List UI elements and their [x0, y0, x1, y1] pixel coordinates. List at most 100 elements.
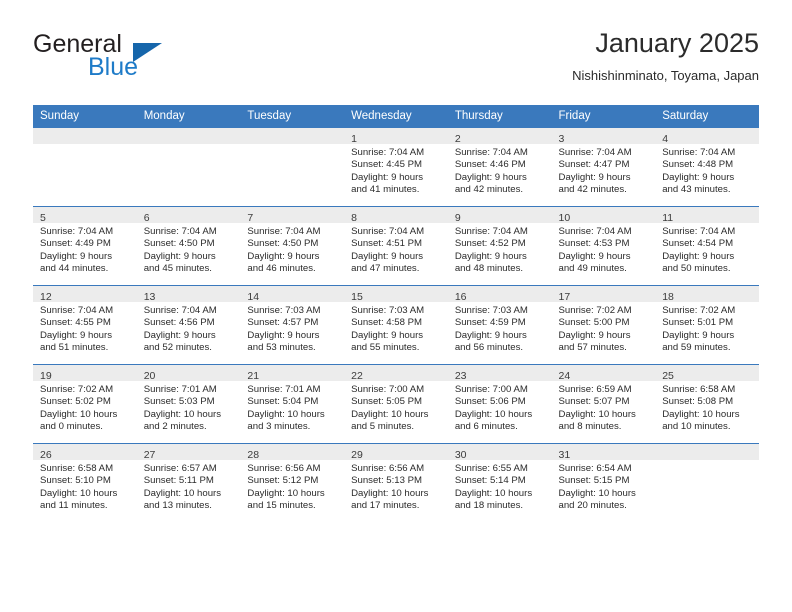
calendar-cell-day[interactable]: 1 Sunrise: 7:04 AM Sunset: 4:45 PM Daylight…: [344, 127, 448, 207]
day-number: 22: [351, 370, 363, 382]
day-cell: [655, 444, 759, 522]
daylight-text-line2: and 17 minutes.: [351, 500, 420, 512]
daylight-text-line1: Daylight: 9 hours: [558, 250, 631, 262]
daylight-text-line1: Daylight: 9 hours: [662, 171, 735, 183]
day-number: 24: [558, 370, 571, 382]
sunrise-text: Sunrise: 7:03 AM: [247, 305, 321, 316]
day-number: 28: [247, 449, 260, 461]
daylight-text-line2: and 53 minutes.: [247, 342, 316, 354]
calendar-cell-day[interactable]: 23 Sunrise: 7:00 AM Sunset: 5:06 PM Dayligh…: [447, 364, 552, 444]
calendar-cell-day[interactable]: 26 Sunrise: 6:58 AM Sunset: 5:10 PM Dayligh…: [33, 443, 137, 522]
calendar-cell-day[interactable]: 9 Sunrise: 7:04 AM Sunset: 4:52 PM Daylight…: [447, 206, 552, 286]
calendar-cell-day[interactable]: 13 Sunrise: 7:04 AM Sunset: 4:56 PM Dayligh…: [136, 285, 241, 365]
day-sun-info: Sunrise: 7:04 AM Sunset: 4:56 PM Daylight:…: [137, 302, 241, 355]
calendar-cell-day[interactable]: 20 Sunrise: 7:01 AM Sunset: 5:03 PM Dayligh…: [136, 364, 241, 444]
day-number-strip: 13: [136, 286, 241, 303]
day-number-strip: 23: [447, 365, 552, 382]
calendar-cell-day[interactable]: 19 Sunrise: 7:02 AM Sunset: 5:02 PM Dayligh…: [33, 364, 137, 444]
calendar-cell-day[interactable]: 6 Sunrise: 7:04 AM Sunset: 4:50 PM Daylight…: [136, 206, 241, 286]
calendar-cell-day[interactable]: 24 Sunrise: 6:59 AM Sunset: 5:07 PM Dayligh…: [551, 364, 656, 444]
day-number-strip: 7: [240, 207, 345, 224]
calendar-cell-day[interactable]: 28 Sunrise: 6:56 AM Sunset: 5:12 PM Dayligh…: [240, 443, 345, 522]
calendar-cell-day[interactable]: 12 Sunrise: 7:04 AM Sunset: 4:55 PM Dayligh…: [33, 285, 137, 365]
calendar-cell-day[interactable]: 31 Sunrise: 6:54 AM Sunset: 5:15 PM Dayligh…: [551, 443, 656, 522]
day-number-strip: 15: [344, 286, 448, 303]
calendar-cell-day[interactable]: 14 Sunrise: 7:03 AM Sunset: 4:57 PM Dayligh…: [240, 285, 345, 365]
calendar-cell-day[interactable]: 16 Sunrise: 7:03 AM Sunset: 4:59 PM Dayligh…: [447, 285, 552, 365]
day-number-strip: 25: [655, 365, 759, 382]
sunset-text: Sunset: 5:14 PM: [454, 475, 526, 487]
day-cell: 9 Sunrise: 7:04 AM Sunset: 4:52 PM Daylight…: [447, 207, 552, 285]
daylight-text-line1: Daylight: 9 hours: [662, 329, 735, 341]
daylight-text-line2: and 20 minutes.: [558, 500, 627, 512]
sunset-text: Sunset: 4:48 PM: [662, 159, 734, 171]
day-number-strip: 30: [447, 444, 552, 461]
calendar-cell-day[interactable]: 22 Sunrise: 7:00 AM Sunset: 5:05 PM Dayligh…: [344, 364, 448, 444]
day-sun-info: Sunrise: 7:04 AM Sunset: 4:45 PM Daylight:…: [344, 144, 448, 197]
sunset-text: Sunset: 5:13 PM: [351, 475, 423, 487]
day-sun-info: Sunrise: 7:01 AM Sunset: 5:04 PM Daylight:…: [240, 381, 344, 434]
daylight-text-line2: and 52 minutes.: [143, 342, 212, 354]
sunset-text: Sunset: 4:46 PM: [454, 159, 526, 171]
day-sun-info: Sunrise: 7:03 AM Sunset: 4:58 PM Daylight:…: [344, 302, 448, 355]
sunset-text: Sunset: 4:54 PM: [662, 238, 734, 250]
daylight-text-line1: Daylight: 9 hours: [454, 250, 527, 262]
day-number: 3: [558, 133, 565, 145]
brand-logo[interactable]: General Blue: [33, 30, 263, 86]
calendar-cell-day[interactable]: 8 Sunrise: 7:04 AM Sunset: 4:51 PM Daylight…: [344, 206, 448, 286]
day-cell: 24 Sunrise: 6:59 AM Sunset: 5:07 PM Dayligh…: [551, 365, 656, 443]
day-cell: 26 Sunrise: 6:58 AM Sunset: 5:10 PM Dayligh…: [33, 444, 137, 522]
daylight-text-line2: and 43 minutes.: [662, 184, 731, 196]
day-cell: 17 Sunrise: 7:02 AM Sunset: 5:00 PM Dayligh…: [551, 286, 656, 364]
day-sun-info: Sunrise: 6:58 AM Sunset: 5:10 PM Daylight:…: [33, 460, 137, 513]
daylight-text-line2: and 45 minutes.: [143, 263, 212, 275]
day-sun-info: Sunrise: 6:55 AM Sunset: 5:14 PM Daylight:…: [448, 460, 552, 513]
daylight-text-line1: Daylight: 10 hours: [143, 487, 222, 499]
calendar-cell-day[interactable]: 25 Sunrise: 6:58 AM Sunset: 5:08 PM Dayligh…: [655, 364, 759, 444]
calendar-cell-day[interactable]: 4 Sunrise: 7:04 AM Sunset: 4:48 PM Daylight…: [655, 127, 759, 207]
day-number-strip: [655, 444, 759, 460]
sunrise-text: Sunrise: 7:04 AM: [662, 226, 736, 237]
calendar-cell-day[interactable]: 2 Sunrise: 7:04 AM Sunset: 4:46 PM Daylight…: [447, 127, 552, 207]
day-number: 1: [351, 133, 357, 145]
calendar-cell-day[interactable]: 3 Sunrise: 7:04 AM Sunset: 4:47 PM Daylight…: [551, 127, 656, 207]
sunrise-text: Sunrise: 7:04 AM: [351, 226, 425, 237]
day-cell: 3 Sunrise: 7:04 AM Sunset: 4:47 PM Daylight…: [551, 128, 656, 206]
sunrise-text: Sunrise: 6:55 AM: [454, 463, 528, 474]
day-sun-info: Sunrise: 7:04 AM Sunset: 4:48 PM Daylight:…: [655, 144, 759, 197]
sunrise-text: Sunrise: 7:04 AM: [143, 226, 217, 237]
calendar-cell-day[interactable]: 27 Sunrise: 6:57 AM Sunset: 5:11 PM Dayligh…: [136, 443, 241, 522]
sunrise-text: Sunrise: 6:56 AM: [351, 463, 425, 474]
sunset-text: Sunset: 5:11 PM: [143, 475, 214, 487]
daylight-text-line1: Daylight: 10 hours: [558, 408, 636, 420]
calendar-cell-day[interactable]: 10 Sunrise: 7:04 AM Sunset: 4:53 PM Dayligh…: [551, 206, 656, 286]
daylight-text-line2: and 11 minutes.: [40, 500, 108, 512]
brand-name-secondary: Blue: [88, 53, 139, 81]
day-sun-info: Sunrise: 7:04 AM Sunset: 4:54 PM Daylight:…: [655, 223, 759, 276]
calendar-cell-day[interactable]: 17 Sunrise: 7:02 AM Sunset: 5:00 PM Dayligh…: [551, 285, 656, 365]
day-sun-info: Sunrise: 6:57 AM Sunset: 5:11 PM Daylight:…: [137, 460, 241, 513]
day-number-strip: 11: [655, 207, 759, 224]
sunset-text: Sunset: 4:51 PM: [351, 238, 423, 250]
daylight-text-line2: and 42 minutes.: [558, 184, 627, 196]
calendar-cell-day[interactable]: 21 Sunrise: 7:01 AM Sunset: 5:04 PM Dayligh…: [240, 364, 345, 444]
daylight-text-line2: and 15 minutes.: [247, 500, 316, 512]
calendar-cell-day[interactable]: 30 Sunrise: 6:55 AM Sunset: 5:14 PM Dayligh…: [447, 443, 552, 522]
calendar-cell-day[interactable]: 15 Sunrise: 7:03 AM Sunset: 4:58 PM Dayligh…: [344, 285, 448, 365]
weekday-header-tuesday: Tuesday: [240, 105, 345, 128]
calendar-cell-empty: [136, 127, 241, 207]
day-cell: 5 Sunrise: 7:04 AM Sunset: 4:49 PM Daylight…: [33, 207, 137, 285]
sunrise-text: Sunrise: 7:03 AM: [351, 305, 425, 316]
calendar-cell-day[interactable]: 7 Sunrise: 7:04 AM Sunset: 4:50 PM Daylight…: [240, 206, 345, 286]
sunrise-text: Sunrise: 7:04 AM: [558, 147, 632, 158]
daylight-text-line1: Daylight: 9 hours: [247, 329, 320, 341]
calendar-cell-day[interactable]: 29 Sunrise: 6:56 AM Sunset: 5:13 PM Dayligh…: [344, 443, 448, 522]
calendar-cell-day[interactable]: 11 Sunrise: 7:04 AM Sunset: 4:54 PM Dayligh…: [655, 206, 759, 286]
sunset-text: Sunset: 4:47 PM: [558, 159, 630, 171]
calendar-week-row: 12 Sunrise: 7:04 AM Sunset: 4:55 PM Dayligh…: [33, 285, 759, 365]
daylight-text-line2: and 51 minutes.: [40, 342, 109, 354]
day-number-strip: 17: [551, 286, 656, 303]
calendar-cell-day[interactable]: 18 Sunrise: 7:02 AM Sunset: 5:01 PM Dayligh…: [655, 285, 759, 365]
daylight-text-line1: Daylight: 9 hours: [143, 329, 216, 341]
calendar-cell-day[interactable]: 5 Sunrise: 7:04 AM Sunset: 4:49 PM Daylight…: [33, 206, 137, 286]
